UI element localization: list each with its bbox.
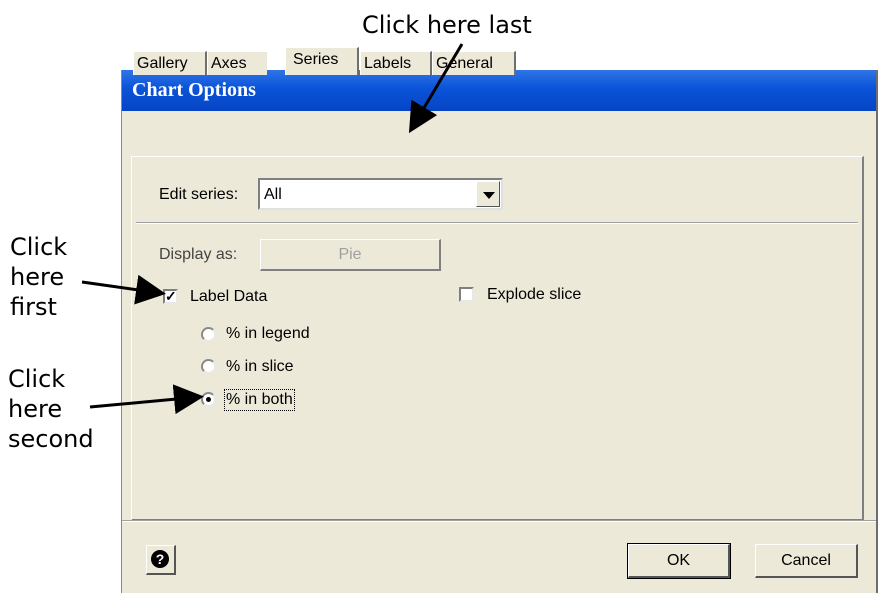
arrow-to-percent-in-both xyxy=(89,384,204,415)
arrow-to-labels-tab xyxy=(408,43,464,134)
arrow-to-label-data xyxy=(81,274,166,305)
tab-series-label: Series xyxy=(293,51,339,68)
annotation-arrows xyxy=(81,43,464,415)
tab-series[interactable]: Series xyxy=(285,47,359,75)
